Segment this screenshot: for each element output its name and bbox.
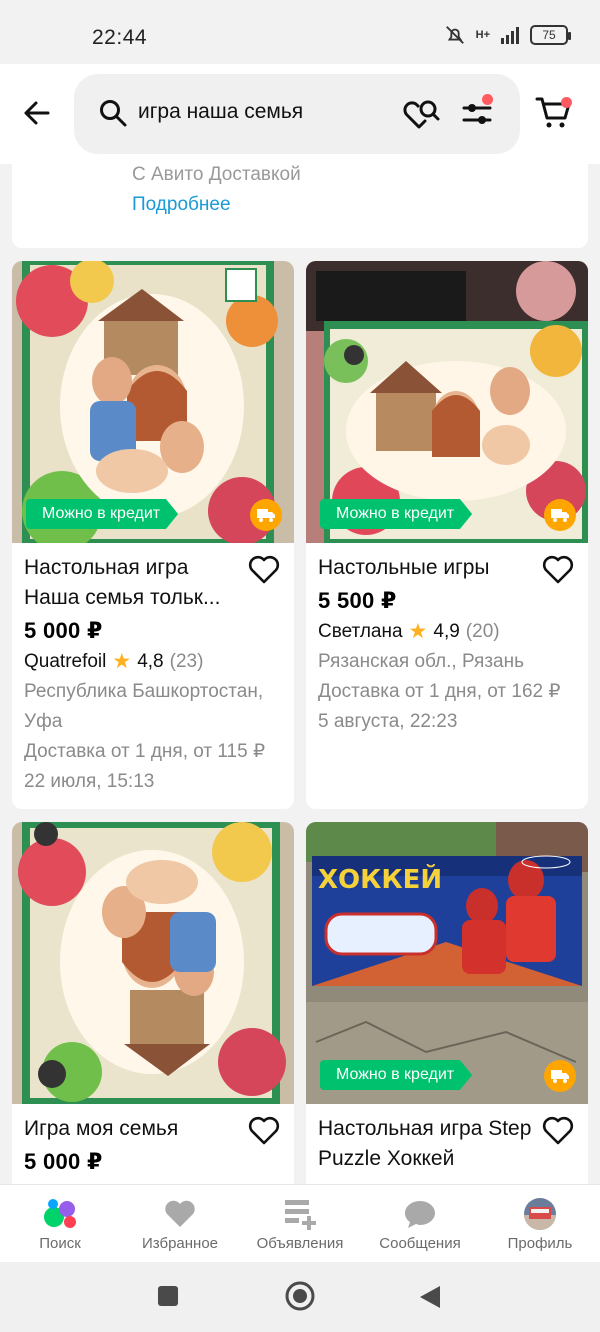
credit-badge: Можно в кредит [320,1060,473,1090]
favorite-heart-icon[interactable] [542,555,574,585]
listing-location: Рязанская обл., Рязань [318,651,524,672]
seller-name: Светлана [318,621,403,642]
listing-title[interactable]: Настольная игра Step Puzzle Хоккей [318,1114,538,1174]
nav-listings[interactable]: Объявления [240,1185,360,1262]
recent-apps-icon[interactable] [156,1284,180,1308]
seller-name: Quatrefoil [24,651,107,672]
bottom-navigation: Поиск Избранное Объявления Сообщения Про… [0,1184,600,1262]
search-results: С Авито Доставкой Подробнее Можно в кред… [0,164,600,1184]
nav-favorites[interactable]: Избранное [120,1185,240,1262]
listing-photo[interactable]: Можно в кредит [306,261,588,543]
listing-location: Республика Башкортостан, Уфа [24,681,264,732]
seller-review-count: (20) [465,621,500,642]
nav-profile[interactable]: Профиль [480,1185,600,1262]
rating-star-icon: ★ [112,650,132,673]
delivery-truck-icon [250,499,282,531]
nav-label: Профиль [507,1235,573,1252]
listing-card[interactable]: ХОККЕЙ Можно в кредит Настольная игра St… [306,822,588,1184]
listing-date: 5 августа, 22:23 [318,711,458,732]
profile-avatar-icon [522,1197,558,1231]
nav-label: Сообщения [379,1235,461,1252]
delivery-promo-card: С Авито Доставкой Подробнее [12,164,588,248]
nav-search[interactable]: Поиск [0,1185,120,1262]
mute-bell-icon [445,26,464,44]
network-type: H+ [475,29,490,41]
listing-title[interactable]: Настольные игры [318,553,538,583]
filter-notification-dot [482,94,493,105]
listing-card[interactable]: Можно в кредит Настольная игра Наша семь… [12,261,294,809]
listings-add-icon [282,1197,318,1231]
cart-notification-dot [561,97,572,108]
listing-delivery: Доставка от 1 дня, от 115 ₽ [24,741,266,762]
nav-label: Поиск [39,1235,81,1252]
listing-title[interactable]: Настольная игра Наша семья тольк... [24,553,244,613]
credit-badge: Можно в кредит [320,499,473,529]
listing-photo[interactable]: ХОККЕЙ Можно в кредит [306,822,588,1104]
rating-star-icon: ★ [408,620,428,643]
search-icon [100,100,127,127]
home-icon[interactable] [284,1280,316,1312]
status-icons: H+ 75 [444,24,571,46]
delivery-truck-icon [544,1060,576,1092]
seller-review-count: (23) [169,651,204,672]
favorite-heart-icon[interactable] [248,1116,280,1146]
favorite-heart-icon[interactable] [542,1116,574,1146]
nav-label: Объявления [256,1235,344,1252]
top-bar: игра наша семья [0,64,600,164]
signal-icon [501,27,519,44]
listing-date: 22 июля, 15:13 [24,771,155,792]
listing-price: 5 000 ₽ [24,1149,103,1174]
system-navigation-bar [0,1262,600,1332]
search-query: игра наша семья [138,100,304,123]
seller-rating: 4,8 [137,651,164,672]
listing-photo[interactable]: Можно в кредит [12,261,294,543]
heart-icon [162,1197,198,1231]
status-time: 22:44 [92,26,148,49]
avito-logo-icon [42,1197,78,1231]
status-bar: 22:44 H+ 75 [0,0,600,64]
seller-info: Quatrefoil ★ 4,8 (23) [24,647,282,677]
listing-delivery: Доставка от 1 дня, от 162 ₽ [318,681,561,702]
listing-title[interactable]: Игра моя семья [24,1114,244,1144]
seller-rating: 4,9 [433,621,460,642]
save-search-icon[interactable] [402,96,442,132]
favorite-heart-icon[interactable] [248,555,280,585]
listing-card[interactable]: Игра моя семья 5 000 ₽ [12,822,294,1184]
battery-icon: 75 [530,25,571,45]
listing-price: 5 500 ₽ [318,588,397,613]
listing-photo[interactable] [12,822,294,1104]
credit-badge: Можно в кредит [26,499,179,529]
listing-card[interactable]: Можно в кредит Настольные игры 5 500 ₽ С… [306,261,588,809]
nav-messages[interactable]: Сообщения [360,1185,480,1262]
search-input[interactable]: игра наша семья [74,74,520,154]
promo-more-link[interactable]: Подробнее [132,194,231,216]
chat-bubble-icon [402,1197,438,1231]
promo-text: С Авито Доставкой [132,164,301,185]
listing-price: 5 000 ₽ [24,618,103,643]
back-arrow-icon[interactable] [18,94,56,132]
delivery-truck-icon [544,499,576,531]
back-nav-icon[interactable] [418,1284,442,1310]
svg-text:ХОККЕЙ: ХОККЕЙ [318,863,442,895]
seller-info: Светлана ★ 4,9 (20) [318,617,576,647]
nav-label: Избранное [141,1235,219,1252]
